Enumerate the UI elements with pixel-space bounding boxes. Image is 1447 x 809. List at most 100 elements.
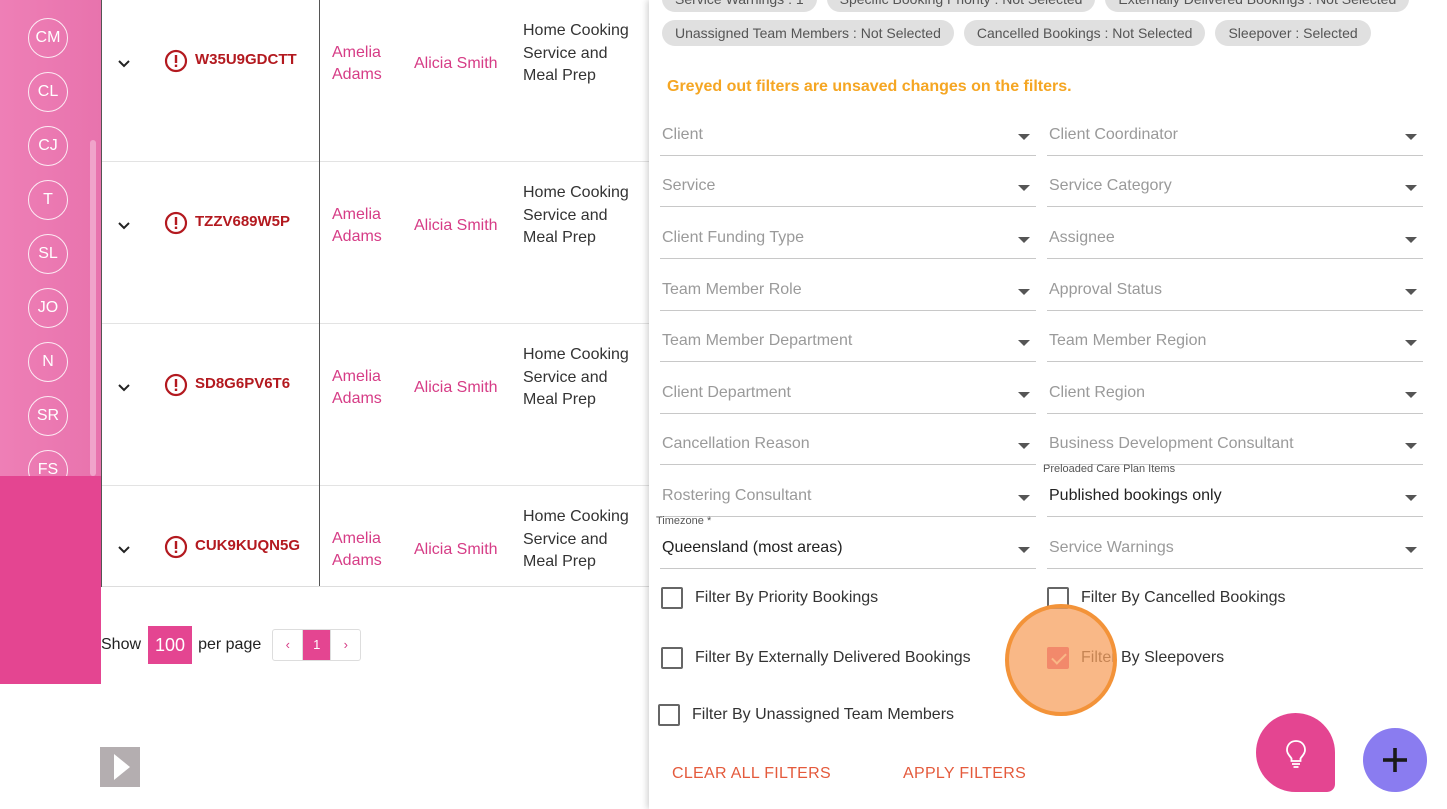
- client-department-select[interactable]: Client Department: [660, 374, 1036, 414]
- checkbox[interactable]: [1047, 587, 1069, 609]
- filter-chips-top: Service Warnings : 1 Specific Booking Pr…: [662, 0, 1410, 12]
- alert-icon: [164, 535, 188, 559]
- alert-icon: [164, 373, 188, 397]
- client-coordinator-select[interactable]: Client Coordinator: [1047, 116, 1423, 156]
- booking-code[interactable]: TZZV689W5P: [195, 213, 290, 230]
- filter-chip-sleepover[interactable]: Sleepover : Selected: [1215, 20, 1371, 46]
- dropdown-caret-icon: [1405, 340, 1417, 346]
- checkbox-label: Filter By Externally Delivered Bookings: [695, 649, 971, 666]
- filter-priority-checkbox[interactable]: Filter By Priority Bookings: [661, 587, 878, 609]
- filter-cancelled-checkbox[interactable]: Filter By Cancelled Bookings: [1047, 587, 1286, 609]
- cancellation-reason-select[interactable]: Cancellation Reason: [660, 425, 1036, 465]
- add-button[interactable]: [1363, 728, 1427, 792]
- team-member-link[interactable]: Alicia Smith: [414, 53, 498, 75]
- next-page-button[interactable]: ›: [331, 630, 360, 660]
- timezone-select[interactable]: Timezone * Queensland (most areas): [656, 515, 1036, 569]
- expand-sidebar-button[interactable]: [100, 747, 140, 787]
- avatar[interactable]: JO: [28, 288, 68, 328]
- column-divider: [319, 486, 320, 586]
- field-placeholder: Client Region: [1049, 384, 1146, 401]
- service-select[interactable]: Service: [660, 167, 1036, 207]
- field-placeholder: Client: [662, 126, 703, 143]
- booking-code[interactable]: SD8G6PV6T6: [195, 375, 290, 392]
- chevron-down-icon[interactable]: [116, 56, 132, 72]
- client-coordinator-link[interactable]: Amelia Adams: [332, 42, 402, 86]
- filter-chip-cancelled[interactable]: Cancelled Bookings : Not Selected: [963, 20, 1206, 46]
- chevron-down-icon[interactable]: [116, 542, 132, 558]
- per-page-select[interactable]: 100: [148, 626, 193, 664]
- avatar[interactable]: N: [28, 342, 68, 382]
- client-funding-type-select[interactable]: Client Funding Type: [660, 219, 1036, 259]
- assignee-select[interactable]: Assignee: [1047, 219, 1423, 259]
- table-row[interactable]: SD8G6PV6T6 Amelia Adams Alicia Smith Hom…: [101, 324, 649, 486]
- team-member-link[interactable]: Alicia Smith: [414, 377, 498, 399]
- table-row[interactable]: TZZV689W5P Amelia Adams Alicia Smith Hom…: [101, 162, 649, 324]
- checkbox-label: Filter By Cancelled Bookings: [1081, 589, 1286, 606]
- checkbox[interactable]: [658, 704, 680, 726]
- field-placeholder: Business Development Consultant: [1049, 435, 1294, 452]
- client-select[interactable]: Client: [660, 116, 1036, 156]
- lightbulb-icon: [1285, 739, 1306, 768]
- ideas-button[interactable]: [1256, 713, 1335, 792]
- filter-sleepovers-checkbox[interactable]: Filter By Sleepovers: [1047, 647, 1224, 669]
- filter-chip[interactable]: Specific Booking Priority : Not Selected: [826, 0, 1096, 12]
- sidebar-footer: [0, 476, 101, 684]
- avatar[interactable]: CM: [28, 18, 68, 58]
- play-icon: [113, 754, 130, 780]
- team-member-link[interactable]: Alicia Smith: [414, 539, 498, 561]
- sidebar: CM CL CJ T SL JO N SR FS: [0, 0, 101, 476]
- avatar[interactable]: SL: [28, 234, 68, 274]
- column-divider: [319, 324, 320, 486]
- client-coordinator-link[interactable]: Amelia Adams: [332, 204, 402, 248]
- plus-icon: [1383, 748, 1407, 772]
- rostering-consultant-select[interactable]: Rostering Consultant: [660, 477, 1036, 517]
- chevron-down-icon[interactable]: [116, 380, 132, 396]
- approval-status-select[interactable]: Approval Status: [1047, 271, 1423, 311]
- client-coordinator-link[interactable]: Amelia Adams: [332, 528, 402, 572]
- filter-chip[interactable]: Externally Delivered Bookings : Not Sele…: [1105, 0, 1410, 12]
- field-placeholder: Client Department: [662, 384, 791, 401]
- preloaded-care-plan-items-select[interactable]: Preloaded Care Plan Items Published booki…: [1043, 463, 1423, 517]
- prev-page-button[interactable]: ‹: [273, 630, 302, 660]
- field-value: Queensland (most areas): [662, 539, 843, 556]
- clear-all-filters-button[interactable]: CLEAR ALL FILTERS: [672, 765, 831, 783]
- dropdown-caret-icon: [1018, 185, 1030, 191]
- filter-chip-unassigned[interactable]: Unassigned Team Members : Not Selected: [662, 20, 954, 46]
- service-category-select[interactable]: Service Category: [1047, 167, 1423, 207]
- avatar[interactable]: T: [28, 180, 68, 220]
- field-placeholder: Team Member Department: [662, 332, 853, 349]
- table-row[interactable]: CUK9KUQN5G Amelia Adams Alicia Smith Hom…: [101, 486, 649, 586]
- client-region-select[interactable]: Client Region: [1047, 374, 1423, 414]
- unsaved-filters-warning: Greyed out filters are unsaved changes o…: [667, 78, 1072, 95]
- avatar[interactable]: SR: [28, 396, 68, 436]
- booking-code[interactable]: W35U9GDCTT: [195, 51, 297, 68]
- sidebar-scrollbar[interactable]: [90, 140, 96, 476]
- service-warnings-select[interactable]: Service Warnings: [1047, 529, 1423, 569]
- checkbox[interactable]: [661, 647, 683, 669]
- team-member-role-select[interactable]: Team Member Role: [660, 271, 1036, 311]
- avatar[interactable]: CL: [28, 72, 68, 112]
- business-development-consultant-select[interactable]: Business Development Consultant: [1047, 425, 1423, 465]
- page-1-button[interactable]: 1: [302, 630, 332, 660]
- filter-chip[interactable]: Service Warnings : 1: [662, 0, 817, 12]
- avatar[interactable]: CJ: [28, 126, 68, 166]
- filter-external-checkbox[interactable]: Filter By Externally Delivered Bookings: [661, 647, 971, 669]
- filter-unassigned-checkbox[interactable]: Filter By Unassigned Team Members: [658, 704, 954, 726]
- checkbox-checked[interactable]: [1047, 647, 1069, 669]
- booking-code[interactable]: CUK9KUQN5G: [195, 537, 300, 554]
- team-member-link[interactable]: Alicia Smith: [414, 215, 498, 237]
- filter-chips: Unassigned Team Members : Not Selected C…: [662, 20, 1371, 46]
- dropdown-caret-icon: [1018, 134, 1030, 140]
- apply-filters-button[interactable]: APPLY FILTERS: [903, 765, 1026, 783]
- avatar[interactable]: FS: [28, 450, 68, 476]
- column-divider: [319, 162, 320, 324]
- chevron-down-icon[interactable]: [116, 218, 132, 234]
- team-member-region-select[interactable]: Team Member Region: [1047, 322, 1423, 362]
- team-member-department-select[interactable]: Team Member Department: [660, 322, 1036, 362]
- client-coordinator-link[interactable]: Amelia Adams: [332, 366, 402, 410]
- dropdown-caret-icon: [1405, 237, 1417, 243]
- field-placeholder: Rostering Consultant: [662, 487, 812, 504]
- dropdown-caret-icon: [1405, 392, 1417, 398]
- checkbox[interactable]: [661, 587, 683, 609]
- table-row[interactable]: W35U9GDCTT Amelia Adams Alicia Smith Hom…: [101, 0, 649, 162]
